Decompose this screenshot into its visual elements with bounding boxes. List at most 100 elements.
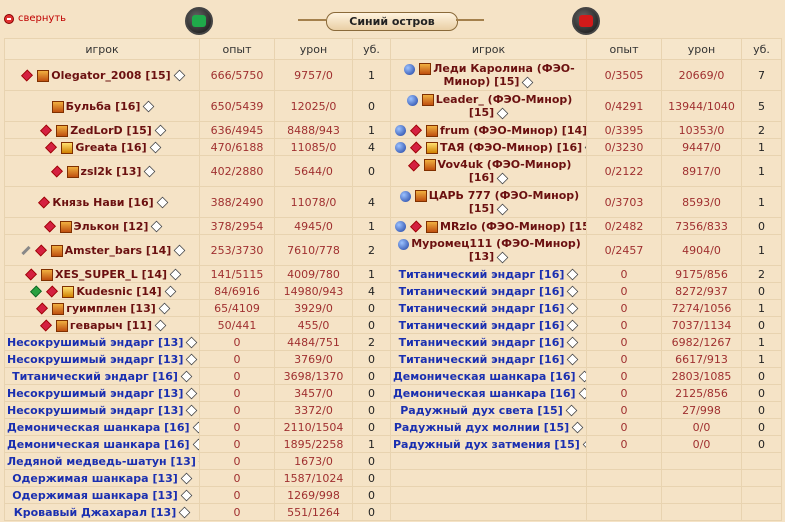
info-icon[interactable] xyxy=(173,244,186,257)
left-participant-name[interactable]: Несокрушимый эндарг [13] xyxy=(7,336,183,349)
info-icon[interactable] xyxy=(169,268,182,281)
left-kills: 0 xyxy=(352,316,391,334)
left-kills: 0 xyxy=(352,367,391,385)
red-team-emblem-icon[interactable] xyxy=(572,7,600,35)
info-icon[interactable] xyxy=(496,172,509,184)
left-participant-name[interactable]: Olegator_2008 [15] xyxy=(51,69,170,82)
right-participant-name[interactable]: Титанический эндарг [16] xyxy=(399,268,565,281)
left-kills: 0 xyxy=(352,384,391,402)
right-participant-name[interactable]: Леди Каролина (ФЭО-Минор) [15] xyxy=(433,62,574,88)
right-participant-name[interactable]: MRzlo (ФЭО-Минор) [15] xyxy=(440,220,586,233)
left-participant-name[interactable]: Князь Нави [16] xyxy=(52,196,153,209)
info-icon[interactable] xyxy=(567,353,579,366)
right-exp: 0 xyxy=(586,384,662,402)
info-icon[interactable] xyxy=(567,302,579,315)
info-icon[interactable] xyxy=(567,336,579,349)
info-icon[interactable] xyxy=(178,506,191,519)
right-participant-name[interactable]: Муромец111 (ФЭО-Минор) [13] xyxy=(411,237,581,263)
left-participant-name[interactable]: Элькон [12] xyxy=(74,220,149,233)
left-participant-name[interactable]: Кровавый Джахарал [13] xyxy=(14,506,176,519)
info-icon[interactable] xyxy=(151,220,163,233)
info-icon[interactable] xyxy=(186,404,198,417)
left-participant-name[interactable]: геварыч [11] xyxy=(70,319,152,332)
left-participant-name[interactable]: Amster_bars [14] xyxy=(65,244,172,257)
right-participant-name[interactable]: Радужный дух света [15] xyxy=(400,404,562,417)
right-participant-name[interactable]: Радужный дух молнии [15] xyxy=(394,421,569,434)
crown-icon xyxy=(62,285,75,298)
info-icon[interactable] xyxy=(578,387,586,400)
left-participant-name[interactable]: ZedLorD [15] xyxy=(70,124,152,137)
info-icon[interactable] xyxy=(192,421,199,434)
green-team-emblem-icon[interactable] xyxy=(185,7,213,35)
left-participant-name[interactable]: Бульба [16] xyxy=(66,100,141,113)
table-row: Князь Нави [16] 388/2490 11078/0 4 ЦАРЬ 777 … xyxy=(4,186,782,218)
left-exp: 650/5439 xyxy=(199,90,275,122)
right-participant-name[interactable]: Титанический эндарг [16] xyxy=(399,302,565,315)
info-icon[interactable] xyxy=(173,69,186,82)
right-participant-name[interactable]: frum (ФЭО-Минор) [14] xyxy=(440,124,586,137)
info-icon[interactable] xyxy=(522,76,534,88)
header-player-left: игрок xyxy=(4,38,200,60)
header-kills-left: уб. xyxy=(352,38,391,60)
info-icon[interactable] xyxy=(164,285,177,298)
left-participant-name[interactable]: zsl2k [13] xyxy=(81,165,142,178)
info-icon[interactable] xyxy=(192,438,199,451)
left-participant-name[interactable]: Одержимая шанкара [13] xyxy=(12,472,178,485)
left-participant-name[interactable]: Несокрушимый эндарг [13] xyxy=(7,353,183,366)
right-participant-name[interactable]: Титанический эндарг [16] xyxy=(399,285,565,298)
left-participant-name[interactable]: Ледяной медведь-шатун [13] xyxy=(7,455,196,468)
info-icon[interactable] xyxy=(582,438,586,451)
right-damage: 8593/0 xyxy=(661,186,742,218)
info-icon[interactable] xyxy=(496,251,509,263)
left-participant-name[interactable]: гуимплен [13] xyxy=(66,302,156,315)
info-icon[interactable] xyxy=(496,203,509,215)
left-participant-name[interactable]: Несокрушимый эндарг [13] xyxy=(7,404,183,417)
info-icon[interactable] xyxy=(180,370,193,383)
info-icon[interactable] xyxy=(158,302,171,315)
left-participant-name[interactable]: Титанический эндарг [16] xyxy=(12,370,178,383)
info-icon[interactable] xyxy=(496,107,509,119)
left-exp: 0 xyxy=(199,350,275,368)
info-icon[interactable] xyxy=(186,336,198,349)
right-participant-name[interactable]: ТАЯ (ФЭО-Минор) [16] xyxy=(440,141,582,154)
info-icon[interactable] xyxy=(565,404,578,417)
right-participant-name[interactable]: Демоническая шанкара [16] xyxy=(393,370,576,383)
info-icon[interactable] xyxy=(154,124,167,137)
info-icon[interactable] xyxy=(567,268,579,281)
right-exp: 0/3395 xyxy=(586,121,662,139)
right-participant-name[interactable]: Титанический эндарг [16] xyxy=(399,319,565,332)
right-participant-name[interactable]: Демоническая шанкара [16] xyxy=(393,387,576,400)
info-icon[interactable] xyxy=(156,196,168,209)
info-icon[interactable] xyxy=(143,100,155,113)
left-participant-name[interactable]: Greata [16] xyxy=(75,141,146,154)
left-participant-name[interactable]: Одержимая шанкара [13] xyxy=(12,489,178,502)
right-participant-name[interactable]: Титанический эндарг [16] xyxy=(399,353,565,366)
right-participant-name[interactable]: Радужный дух затмения [15] xyxy=(393,438,580,451)
info-icon[interactable] xyxy=(180,489,193,502)
info-icon[interactable] xyxy=(578,370,586,383)
left-kills: 0 xyxy=(352,299,391,317)
table-row: Несокрушимый эндарг [13] 0 3372/0 0 Радужный… xyxy=(4,401,782,419)
info-icon[interactable] xyxy=(180,472,193,485)
left-participant-name[interactable]: Демоническая шанкара [16] xyxy=(7,421,190,434)
info-icon[interactable] xyxy=(567,319,579,332)
left-kills: 1 xyxy=(352,217,391,235)
info-icon[interactable] xyxy=(144,165,156,178)
info-icon[interactable] xyxy=(571,421,584,434)
left-participant-name[interactable]: Демоническая шанкара [16] xyxy=(7,438,190,451)
left-participant-name[interactable]: Kudesnic [14] xyxy=(76,285,161,298)
collapse-button[interactable]: свернуть xyxy=(4,13,66,24)
right-participant-name[interactable]: Титанический эндарг [16] xyxy=(399,336,565,349)
info-icon[interactable] xyxy=(149,141,161,154)
left-kills: 1 xyxy=(352,59,391,91)
info-icon[interactable] xyxy=(186,353,198,366)
info-icon[interactable] xyxy=(186,387,198,400)
left-participant-name[interactable]: Несокрушимый эндарг [13] xyxy=(7,387,183,400)
right-damage xyxy=(661,486,742,504)
orb-icon xyxy=(395,221,406,232)
info-icon[interactable] xyxy=(567,285,579,298)
left-participant-name[interactable]: XES_SUPER_L [14] xyxy=(55,268,167,281)
right-exp: 0 xyxy=(586,350,662,368)
right-exp: 0 xyxy=(586,418,662,436)
info-icon[interactable] xyxy=(154,319,167,332)
